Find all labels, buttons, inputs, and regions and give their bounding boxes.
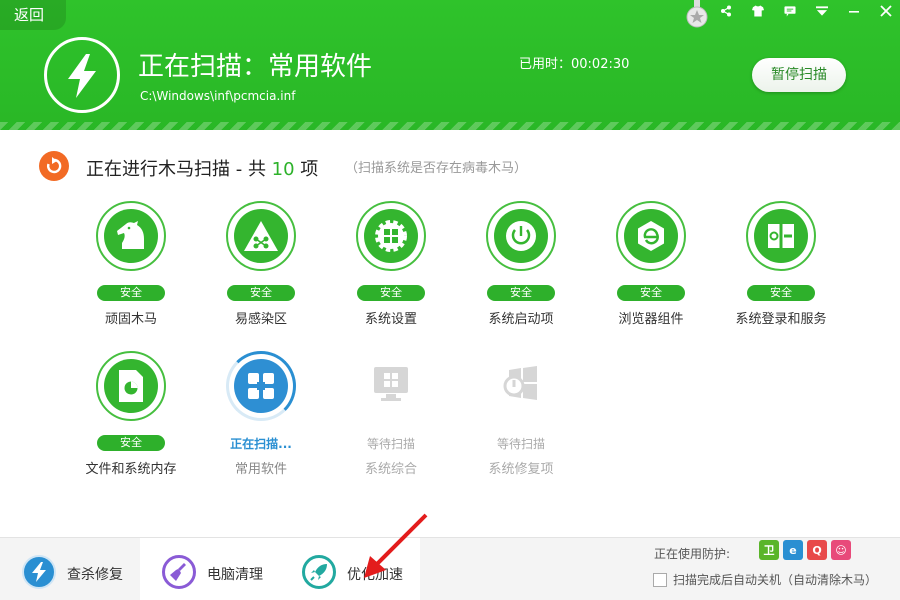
- status-badge: 安全: [617, 285, 685, 301]
- section-title-prefix: 正在进行木马扫描 - 共: [86, 159, 272, 180]
- tab-scan-repair[interactable]: 查杀修复: [0, 538, 140, 600]
- medal-icon[interactable]: [686, 0, 708, 28]
- menu-dropdown-icon[interactable]: [816, 4, 828, 18]
- power-icon: [494, 209, 548, 263]
- broom-icon: [162, 555, 196, 589]
- scan-item-startup[interactable]: 安全 系统启动项: [456, 201, 586, 331]
- rocket-icon: [302, 555, 336, 589]
- item-label: 系统启动项: [488, 312, 554, 327]
- status-badge: 安全: [747, 285, 815, 301]
- scan-title: 正在扫描：常用软件: [138, 52, 373, 82]
- scan-header: 返回 正在扫描：常用软件 C:\Windows\inf\pcmcia.inf 已…: [0, 0, 900, 130]
- windows-repair-icon: [499, 364, 543, 408]
- tab-pc-cleanup[interactable]: 电脑清理: [140, 538, 280, 600]
- item-label: 常用软件: [234, 462, 287, 477]
- status-badge: 安全: [97, 285, 165, 301]
- item-label: 易感染区: [234, 312, 287, 327]
- minimize-icon[interactable]: [848, 4, 860, 18]
- file-chart-icon: [104, 359, 158, 413]
- status-badge: 安全: [227, 285, 295, 301]
- pause-scan-button[interactable]: 暂停扫描: [752, 58, 846, 92]
- item-label: 顽固木马: [104, 312, 157, 327]
- status-badge: 安全: [357, 285, 425, 301]
- item-label: 系统综合: [364, 462, 417, 477]
- auto-shutdown-checkbox[interactable]: [653, 572, 667, 587]
- item-label: 系统登录和服务: [735, 312, 827, 327]
- window-controls: [720, 4, 892, 22]
- tab-label: 查杀修复: [67, 567, 123, 583]
- scanning-status: 正在扫描...: [230, 437, 292, 451]
- elapsed-time: 已用时：00:02:30: [519, 57, 630, 72]
- section-hint: （扫描系统是否存在病毒木马）: [345, 161, 528, 176]
- tab-label: 电脑清理: [207, 567, 263, 583]
- windows-monitor-icon: [371, 365, 411, 407]
- bolt-icon: [22, 555, 56, 589]
- item-label: 文件和系统内存: [85, 462, 177, 477]
- waiting-status: 等待扫描: [496, 437, 545, 451]
- refresh-arrow-icon: [39, 151, 69, 181]
- status-badge: 安全: [487, 285, 555, 301]
- apps-grid-icon: [234, 359, 288, 413]
- shield-protect-icon[interactable]: 卫: [759, 540, 779, 560]
- header-stripe: [0, 122, 900, 130]
- scan-item-system-settings[interactable]: 安全 系统设置: [326, 201, 456, 331]
- horse-icon: [104, 209, 158, 263]
- scan-item-common-software[interactable]: 正在扫描... 常用软件: [196, 351, 326, 481]
- item-label: 系统设置: [364, 312, 417, 327]
- section-title: 正在进行木马扫描 - 共 10 项: [86, 155, 318, 181]
- item-label: 浏览器组件: [618, 312, 684, 327]
- scan-item-browser[interactable]: 安全 浏览器组件: [586, 201, 716, 331]
- back-button[interactable]: 返回: [0, 0, 66, 30]
- share-icon[interactable]: [720, 4, 732, 18]
- lightning-icon: [44, 37, 120, 113]
- message-icon[interactable]: [784, 4, 796, 18]
- ie-browser-icon: [624, 209, 678, 263]
- scan-current-path: C:\Windows\inf\pcmcia.inf: [140, 89, 296, 103]
- skin-shirt-icon[interactable]: [752, 4, 764, 18]
- warning-triangle-icon: [234, 209, 288, 263]
- browser-protect-icon[interactable]: e: [783, 540, 803, 560]
- red-annotation-arrow-icon: [360, 512, 430, 586]
- scan-item-infection-zone[interactable]: 安全 易感染区: [196, 201, 326, 331]
- scan-item-system-repair[interactable]: 等待扫描 系统修复项: [456, 351, 586, 481]
- section-title-suffix: 项: [294, 159, 319, 180]
- search-protect-icon[interactable]: Q: [807, 540, 827, 560]
- item-label: 系统修复项: [488, 462, 554, 477]
- waiting-status: 等待扫描: [366, 437, 415, 451]
- windows-gear-icon: [364, 209, 418, 263]
- item-count: 10: [271, 159, 295, 180]
- auto-shutdown-option[interactable]: 扫描完成后自动关机（自动清除木马）: [653, 571, 877, 588]
- status-badge: 安全: [97, 435, 165, 451]
- close-icon[interactable]: [880, 4, 892, 18]
- chat-protect-icon[interactable]: ☺: [831, 540, 851, 560]
- scan-item-file-memory[interactable]: 安全 文件和系统内存: [66, 351, 196, 481]
- scan-item-system-general[interactable]: 等待扫描 系统综合: [326, 351, 456, 481]
- protection-label: 正在使用防护:: [654, 547, 731, 561]
- protection-icons: 卫 e Q ☺: [759, 540, 851, 560]
- service-panel-icon: [754, 209, 808, 263]
- auto-shutdown-label: 扫描完成后自动关机（自动清除木马）: [673, 573, 878, 587]
- scan-item-stubborn-trojan[interactable]: 安全 顽固木马: [66, 201, 196, 331]
- scan-item-login-services[interactable]: 安全 系统登录和服务: [716, 201, 846, 331]
